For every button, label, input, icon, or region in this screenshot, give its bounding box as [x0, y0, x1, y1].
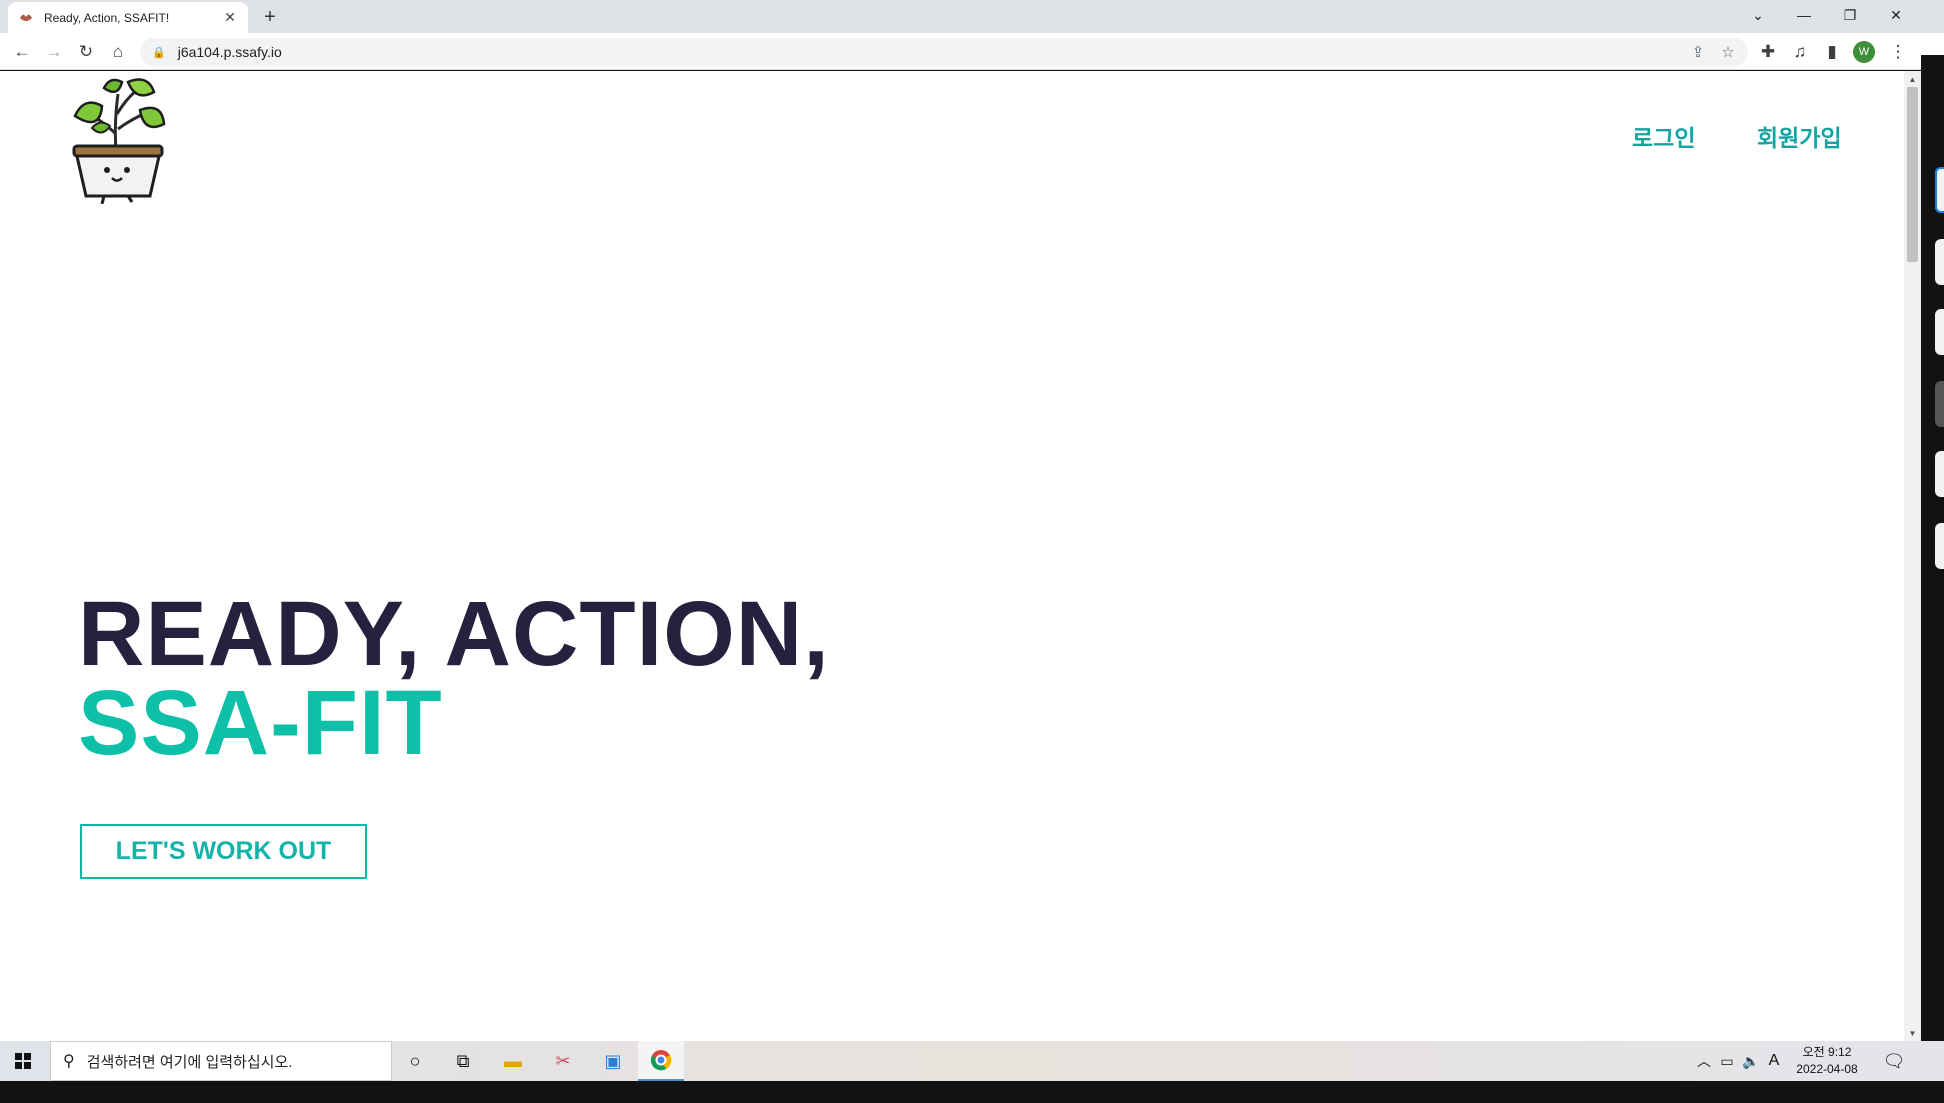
- remote-desktop-icon[interactable]: ▣: [590, 1041, 636, 1081]
- reload-button[interactable]: ↻: [72, 38, 100, 66]
- notification-center-icon[interactable]: 🗨: [1874, 1041, 1914, 1081]
- share-icon[interactable]: ⇪: [1684, 38, 1712, 66]
- side-app-slot[interactable]: [1935, 381, 1944, 427]
- minimize-button[interactable]: —: [1782, 0, 1826, 30]
- scroll-thumb[interactable]: [1907, 87, 1918, 262]
- work-out-button[interactable]: LET'S WORK OUT: [80, 824, 367, 879]
- clock-date: 2022-04-08: [1796, 1062, 1858, 1076]
- side-app-slot[interactable]: [1935, 451, 1944, 497]
- task-view-icon[interactable]: ⧉: [440, 1041, 486, 1081]
- bookmark-star-icon[interactable]: ☆: [1714, 38, 1742, 66]
- taskbar-clock[interactable]: 오전 9:12 2022-04-08: [1784, 1044, 1870, 1078]
- chrome-taskbar-icon[interactable]: [638, 1041, 684, 1081]
- file-explorer-icon[interactable]: ▬: [490, 1041, 536, 1081]
- screen-bottom-bezel: [0, 1081, 1944, 1103]
- search-icon: ⚲: [63, 1053, 75, 1070]
- snipping-tool-icon[interactable]: ✂: [540, 1041, 586, 1081]
- side-app-slot[interactable]: [1935, 239, 1944, 285]
- tab-active[interactable]: Ready, Action, SSAFIT! ✕: [8, 2, 248, 33]
- media-control-icon[interactable]: ♫: [1786, 38, 1814, 66]
- back-button[interactable]: ←: [8, 38, 36, 66]
- tab-title: Ready, Action, SSAFIT!: [44, 10, 170, 25]
- clock-time: 오전 9:12: [1802, 1045, 1852, 1059]
- restore-button[interactable]: ❐: [1828, 0, 1872, 30]
- side-panel-icon[interactable]: ▮: [1818, 38, 1846, 66]
- hero-heading-line1: READY, ACTION,: [78, 583, 830, 685]
- tab-strip: Ready, Action, SSAFIT! ✕ + ⌄ — ❐ ✕: [0, 0, 1944, 33]
- page-viewport: 로그인 회원가입 READY, ACTION, SSA-FIT LET'S WO…: [0, 71, 1904, 1041]
- extensions-icon[interactable]: ✚: [1754, 38, 1782, 66]
- url-text: j6a104.p.ssafy.io: [177, 44, 282, 60]
- battery-icon[interactable]: ▭: [1716, 1041, 1738, 1081]
- cortana-icon[interactable]: ○: [392, 1041, 438, 1081]
- volume-icon[interactable]: 🔈: [1740, 1041, 1762, 1081]
- windows-start-icon[interactable]: [0, 1041, 46, 1081]
- windows-taskbar: ⚲ 검색하려면 여기에 입력하십시오. ○ ⧉ ▬ ✂ ▣ ︿ ▭ 🔈 A 오전…: [0, 1041, 1944, 1081]
- side-app-panel: [1921, 55, 1944, 1103]
- tab-search-icon[interactable]: ⌄: [1736, 0, 1780, 30]
- home-button[interactable]: ⌂: [104, 38, 132, 66]
- favicon-icon: [18, 10, 34, 26]
- tab-close-icon[interactable]: ✕: [222, 9, 238, 26]
- signup-link[interactable]: 회원가입: [1757, 119, 1842, 153]
- side-app-slot[interactable]: [1935, 309, 1944, 355]
- hero-heading-line2: SSA-FIT: [78, 672, 443, 774]
- plant-logo[interactable]: [70, 74, 168, 205]
- taskbar-search-input[interactable]: ⚲ 검색하려면 여기에 입력하십시오.: [50, 1041, 392, 1081]
- scroll-down-arrow-icon[interactable]: ▼: [1904, 1025, 1921, 1041]
- tray-overflow-icon[interactable]: ︿: [1694, 1041, 1714, 1081]
- close-window-button[interactable]: ✕: [1874, 0, 1918, 30]
- page-scrollbar[interactable]: ▲ ▼: [1904, 71, 1921, 1041]
- search-placeholder: 검색하려면 여기에 입력하십시오.: [86, 1053, 293, 1071]
- browser-toolbar: ← → ↻ ⌂ 🔒 j6a104.p.ssafy.io ⇪ ☆ ✚ ♫ ▮ W …: [0, 33, 1944, 70]
- login-link[interactable]: 로그인: [1632, 119, 1695, 153]
- new-tab-button[interactable]: +: [258, 5, 282, 29]
- address-bar[interactable]: 🔒 j6a104.p.ssafy.io ⇪ ☆: [140, 38, 1748, 66]
- lock-icon: 🔒: [152, 46, 166, 59]
- profile-avatar[interactable]: W: [1853, 41, 1875, 63]
- ime-indicator[interactable]: A: [1764, 1041, 1784, 1081]
- scroll-up-arrow-icon[interactable]: ▲: [1904, 71, 1921, 87]
- forward-button[interactable]: →: [40, 38, 68, 66]
- side-app-slot[interactable]: [1935, 167, 1944, 213]
- side-app-slot[interactable]: [1935, 523, 1944, 569]
- menu-kebab-icon[interactable]: ⋮: [1884, 38, 1912, 66]
